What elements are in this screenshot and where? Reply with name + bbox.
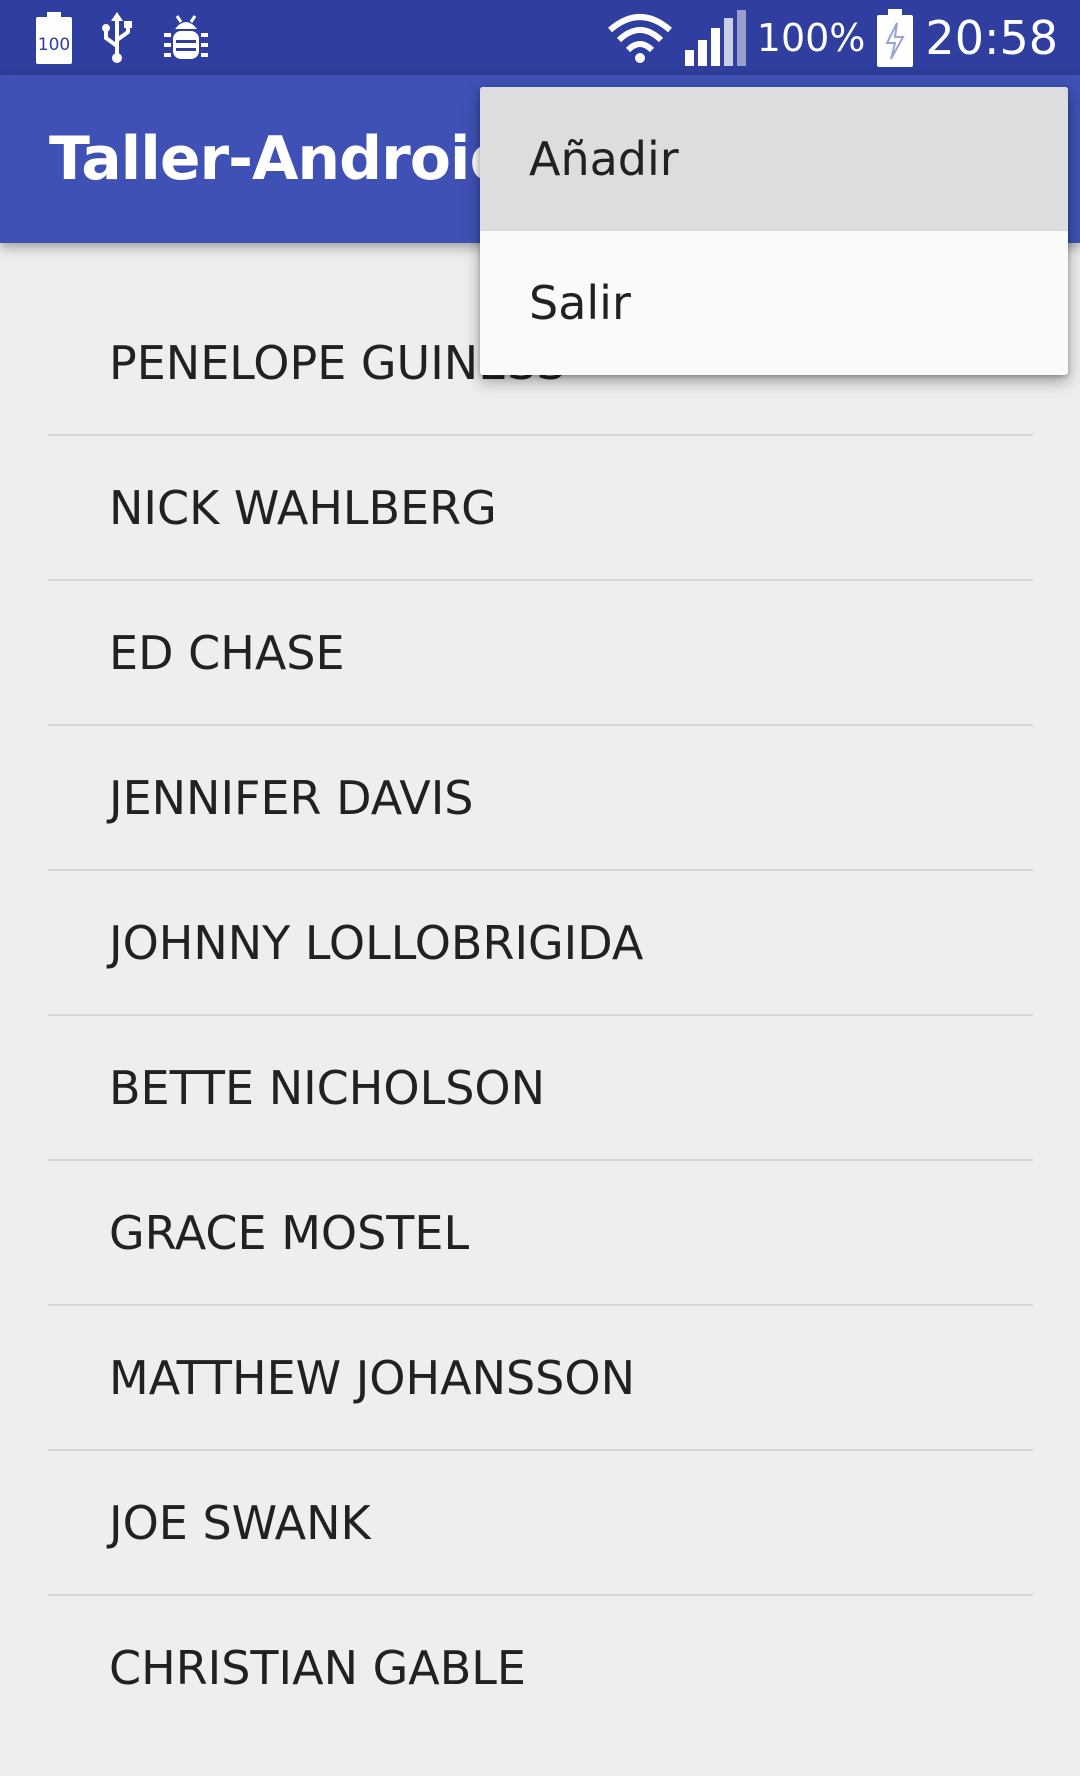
list-item-label: JOHNNY LOLLOBRIGIDA bbox=[109, 916, 644, 970]
list-item[interactable]: BETTE NICHOLSON bbox=[48, 1016, 1033, 1161]
status-bar-left: 100 bbox=[36, 10, 240, 65]
usb-icon bbox=[102, 11, 132, 64]
actor-list[interactable]: PENELOPE GUINESS NICK WAHLBERG ED CHASE … bbox=[0, 243, 1080, 1741]
menu-item-add[interactable]: Añadir bbox=[480, 87, 1068, 231]
list-item-label: JOE SWANK bbox=[109, 1496, 371, 1550]
list-item-label: ED CHASE bbox=[109, 626, 345, 680]
signal-icon bbox=[684, 10, 747, 66]
list-item[interactable]: JOE SWANK bbox=[48, 1451, 1033, 1596]
list-item-label: BETTE NICHOLSON bbox=[109, 1061, 546, 1115]
battery-charging-icon bbox=[877, 9, 914, 67]
list-item[interactable]: ED CHASE bbox=[48, 581, 1033, 726]
list-item[interactable]: CHRISTIAN GABLE bbox=[48, 1596, 1033, 1741]
wifi-icon bbox=[607, 12, 673, 64]
android-debug-icon bbox=[162, 13, 210, 63]
menu-item-add-label: Añadir bbox=[529, 132, 679, 186]
list-item[interactable]: JENNIFER DAVIS bbox=[48, 726, 1033, 871]
status-bar: 100 100% 20:58 bbox=[0, 0, 1080, 75]
menu-item-exit-label: Salir bbox=[529, 276, 631, 330]
clock: 20:58 bbox=[925, 11, 1058, 65]
list-item-label: MATTHEW JOHANSSON bbox=[109, 1351, 635, 1405]
list-item-label: CHRISTIAN GABLE bbox=[109, 1641, 526, 1695]
overflow-menu: Añadir Salir bbox=[480, 87, 1068, 375]
list-item-label: NICK WAHLBERG bbox=[109, 481, 497, 535]
battery-100-icon: 100 bbox=[36, 11, 72, 64]
menu-item-exit[interactable]: Salir bbox=[480, 231, 1068, 375]
status-bar-right: 100% 20:58 bbox=[595, 8, 1058, 68]
list-item[interactable]: JOHNNY LOLLOBRIGIDA bbox=[48, 871, 1033, 1016]
battery-percent: 100% bbox=[756, 16, 866, 60]
list-item-label: JENNIFER DAVIS bbox=[109, 771, 474, 825]
list-item[interactable]: MATTHEW JOHANSSON bbox=[48, 1306, 1033, 1451]
list-item[interactable]: NICK WAHLBERG bbox=[48, 436, 1033, 581]
list-item-label: GRACE MOSTEL bbox=[109, 1206, 470, 1260]
battery-badge-text: 100 bbox=[38, 35, 70, 55]
list-item[interactable]: GRACE MOSTEL bbox=[48, 1161, 1033, 1306]
